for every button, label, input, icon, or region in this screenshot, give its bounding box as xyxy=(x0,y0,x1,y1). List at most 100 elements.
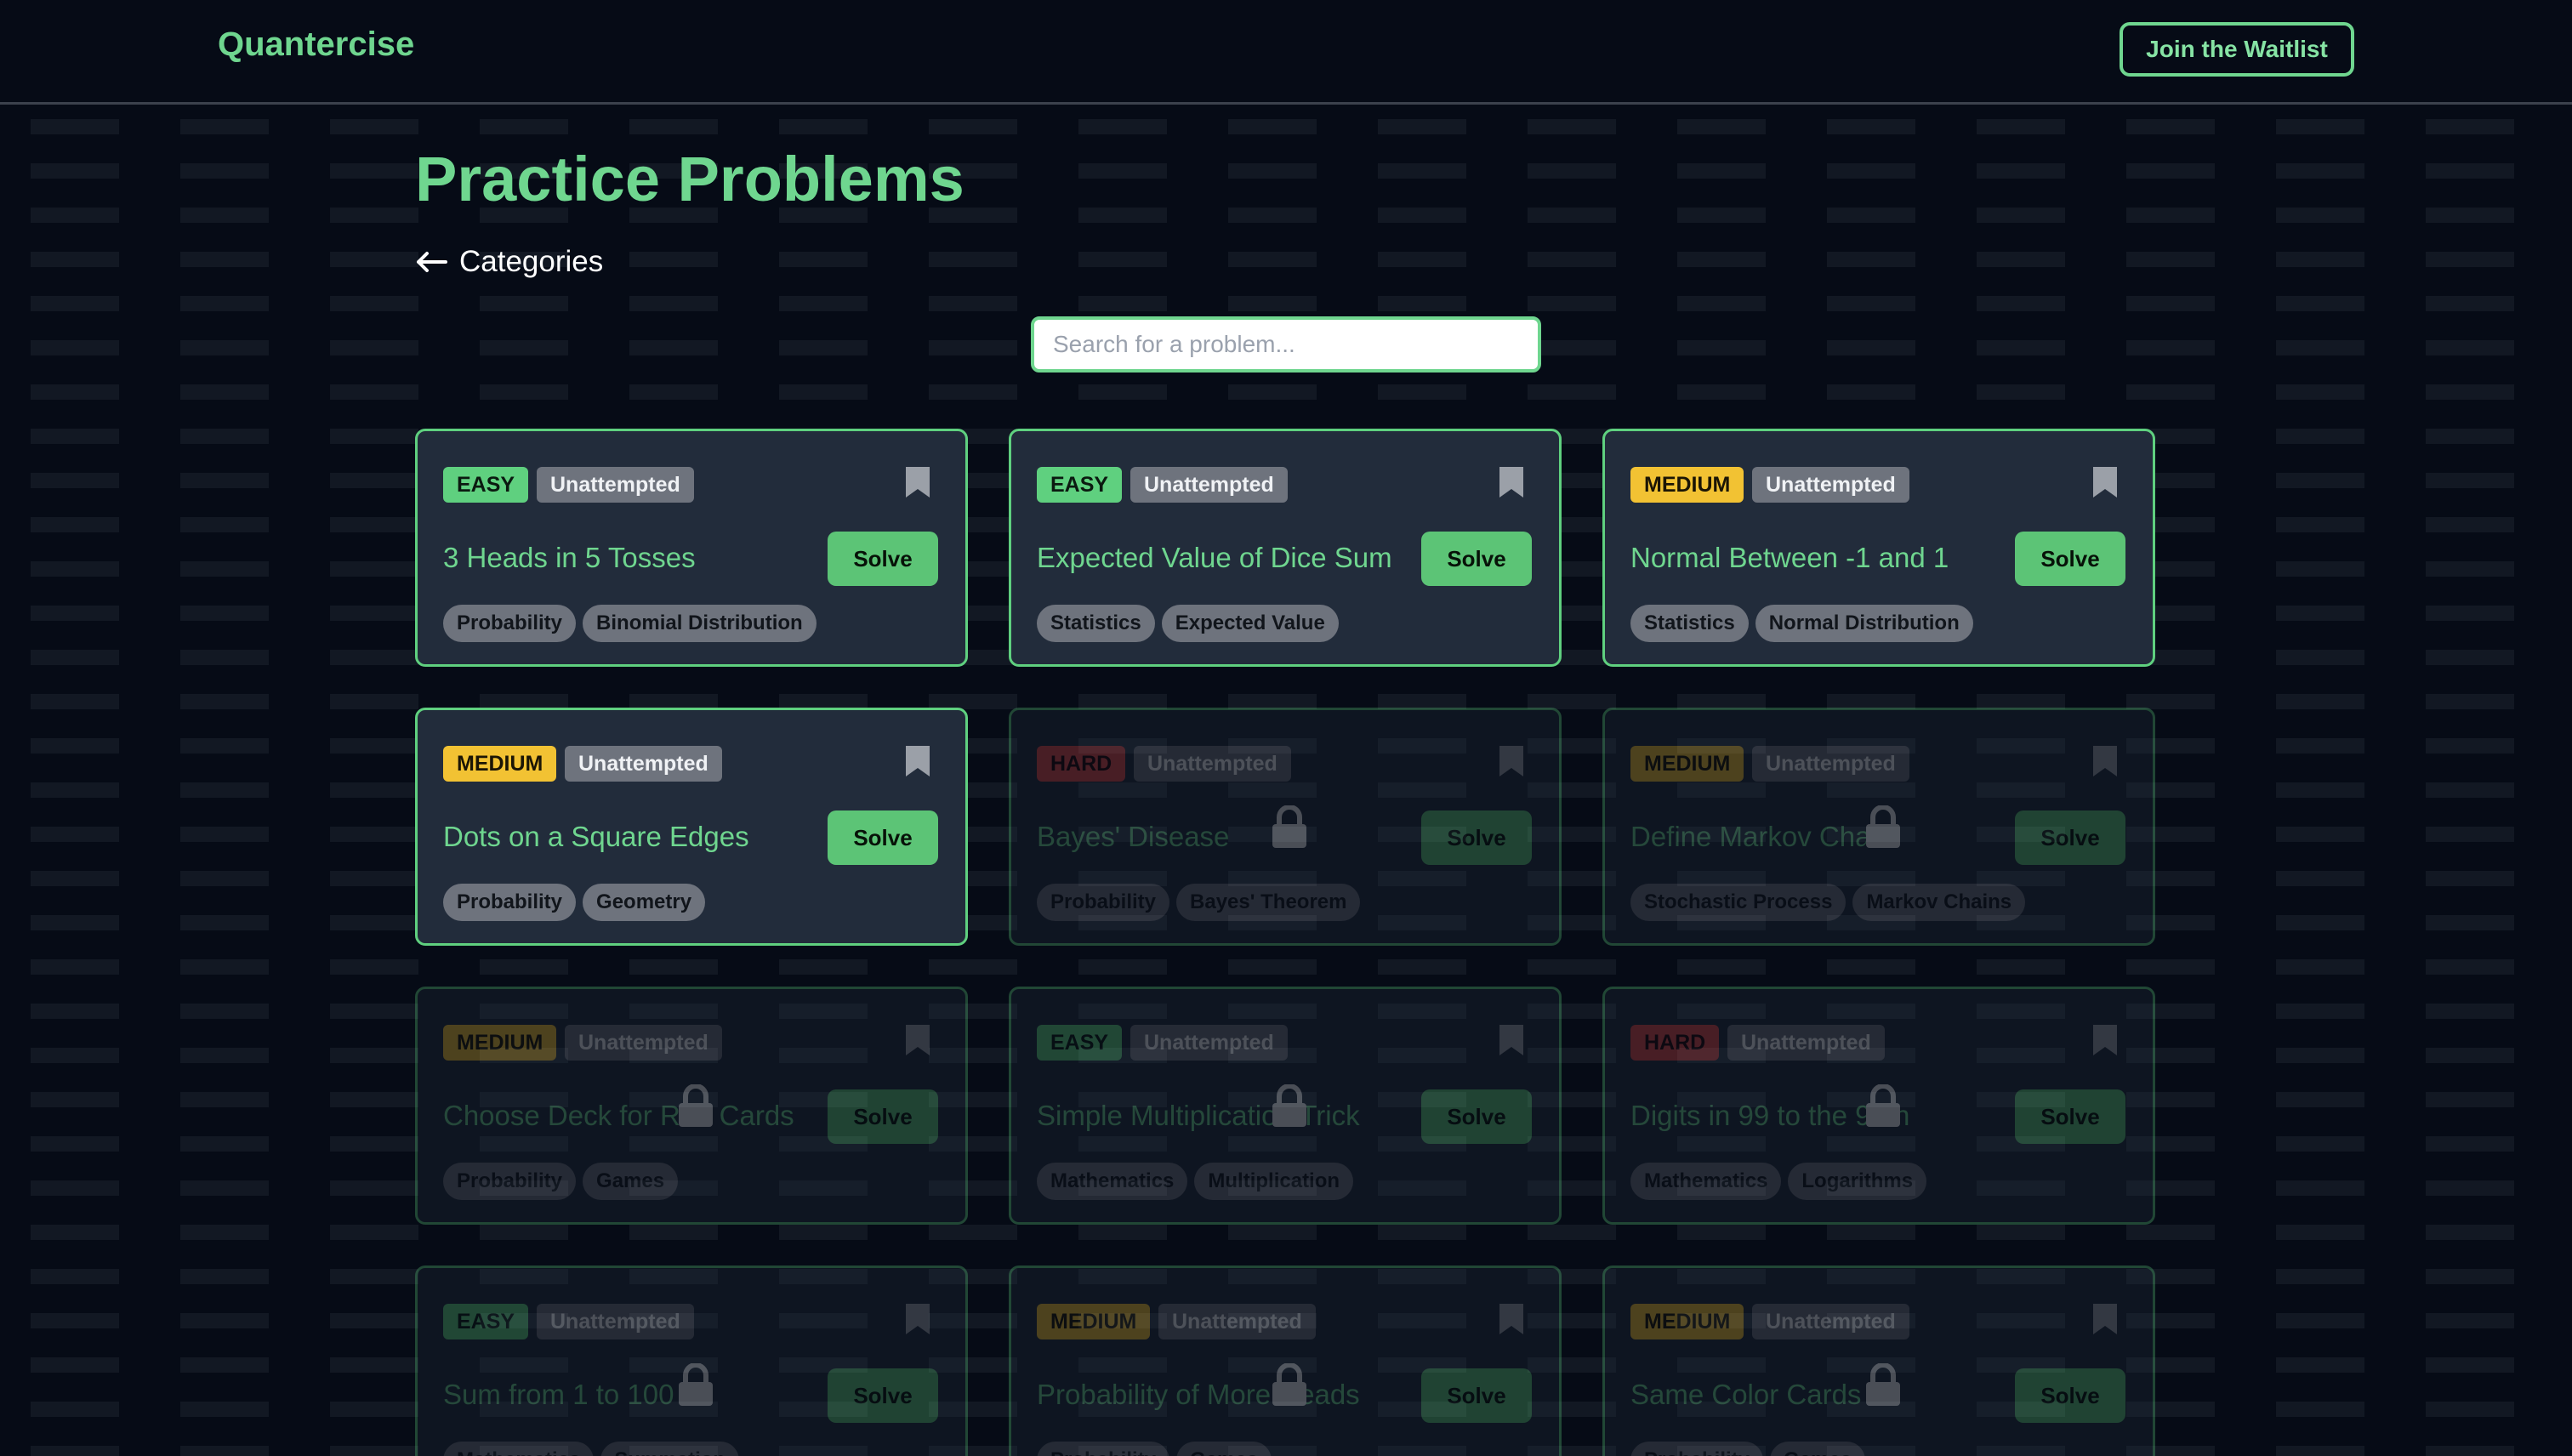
lock-icon xyxy=(677,1084,714,1127)
bookmark-icon[interactable] xyxy=(904,1023,931,1057)
join-waitlist-button[interactable]: Join the Waitlist xyxy=(2120,22,2354,77)
lock-icon xyxy=(677,1363,714,1406)
topic-tag: Probability xyxy=(1037,1442,1170,1456)
status-badge: Unattempted xyxy=(1130,467,1288,503)
status-badge: Unattempted xyxy=(537,467,694,503)
bookmark-icon[interactable] xyxy=(1498,465,1525,499)
top-navbar: Quantercise Join the Waitlist xyxy=(0,0,2572,105)
solve-button[interactable]: Solve xyxy=(828,1089,938,1144)
problem-card: HARD Unattempted Digits in 99 to the 99th S… xyxy=(1602,987,2155,1225)
solve-button[interactable]: Solve xyxy=(828,1368,938,1423)
bookmark-icon[interactable] xyxy=(1498,1023,1525,1057)
topic-tag: Probability xyxy=(443,1163,577,1200)
difficulty-badge: EASY xyxy=(1037,467,1123,503)
problem-card[interactable]: EASY Unattempted 3 Heads in 5 Tosses Solve P… xyxy=(415,429,968,667)
topic-tag: Geometry xyxy=(583,884,706,921)
solve-button[interactable]: Solve xyxy=(2015,1089,2125,1144)
problem-card: EASYUnattempted Sum from 1 to 100 Solve Mat… xyxy=(415,1265,968,1456)
problem-title[interactable]: Choose Deck for Red Cards xyxy=(443,1100,794,1132)
bookmark-icon[interactable] xyxy=(2091,465,2119,499)
tag-list: Statistics Normal Distribution xyxy=(1630,605,1973,642)
problem-title[interactable]: Sum from 1 to 100 xyxy=(443,1379,674,1411)
bookmark-icon[interactable] xyxy=(2091,744,2119,778)
topic-tag: Stochastic Process xyxy=(1630,884,1846,921)
problem-card: MEDIUMUnattempted Same Color Cards Solve Pr… xyxy=(1602,1265,2155,1456)
tag-list: Probability Bayes' Theorem xyxy=(1037,884,1361,921)
solve-button[interactable]: Solve xyxy=(2015,1368,2125,1423)
solve-button[interactable]: Solve xyxy=(828,532,938,586)
problem-card: HARD Unattempted Bayes' Disease Solve Probab… xyxy=(1009,708,1562,946)
topic-tag: Probability xyxy=(443,605,577,642)
topic-tag: Mathematics xyxy=(1037,1163,1188,1200)
solve-button[interactable]: Solve xyxy=(1421,532,1532,586)
problem-title[interactable]: Bayes' Disease xyxy=(1037,821,1229,853)
status-badge: Unattempted xyxy=(537,1304,694,1339)
problem-card[interactable]: MEDIUM Unattempted Normal Between -1 and 1… xyxy=(1602,429,2155,667)
difficulty-badge: EASY xyxy=(443,467,529,503)
topic-tag: Probability xyxy=(443,884,577,921)
topic-tag: Games xyxy=(1770,1442,1866,1456)
bookmark-icon[interactable] xyxy=(1498,1302,1525,1336)
lock-icon xyxy=(1271,1363,1308,1406)
status-badge: Unattempted xyxy=(565,1025,722,1061)
problem-title[interactable]: Dots on a Square Edges xyxy=(443,821,749,853)
back-to-categories-link[interactable]: Categories xyxy=(415,245,603,279)
problem-title[interactable]: Define Markov Chain xyxy=(1630,821,1892,853)
page-title: Practice Problems xyxy=(415,144,964,214)
brand-logo[interactable]: Quantercise xyxy=(218,26,414,64)
solve-button[interactable]: Solve xyxy=(2015,532,2125,586)
lock-icon xyxy=(1271,805,1308,848)
bookmark-icon[interactable] xyxy=(2091,1023,2119,1057)
problem-card: MEDIUM Unattempted Probability of More Hea… xyxy=(1009,1265,1562,1456)
solve-button[interactable]: Solve xyxy=(1421,1368,1532,1423)
difficulty-badge: MEDIUM xyxy=(1630,1304,1744,1339)
topic-tag: Games xyxy=(583,1163,679,1200)
back-link-label: Categories xyxy=(459,245,604,278)
topic-tag: Logarithms xyxy=(1788,1163,1927,1200)
status-badge: Unattempted xyxy=(1727,1025,1885,1061)
difficulty-badge: MEDIUM xyxy=(1037,1304,1151,1339)
solve-button[interactable]: Solve xyxy=(1421,810,1532,865)
problem-card: MEDIUM Unattempted Define Markov Chain Solv… xyxy=(1602,708,2155,946)
solve-button[interactable]: Solve xyxy=(828,810,938,865)
difficulty-badge: MEDIUM xyxy=(443,746,557,782)
tag-list: ProbabilityGames xyxy=(1630,1442,1866,1456)
bookmark-icon[interactable] xyxy=(1498,744,1525,778)
problem-card[interactable]: EASY Unattempted Expected Value of Dice Su… xyxy=(1009,429,1562,667)
problem-title[interactable]: 3 Heads in 5 Tosses xyxy=(443,542,696,574)
problem-title[interactable]: Simple Multiplication Trick xyxy=(1037,1100,1360,1132)
arrow-left-icon xyxy=(415,251,447,273)
lock-icon xyxy=(1864,1363,1902,1406)
status-badge: Unattempted xyxy=(1752,1304,1909,1339)
topic-tag: Mathematics xyxy=(1630,1163,1782,1200)
problem-title[interactable]: Expected Value of Dice Sum xyxy=(1037,542,1392,574)
problem-grid: EASY Unattempted 3 Heads in 5 Tosses Solve P… xyxy=(415,429,2155,1456)
topic-tag: Statistics xyxy=(1037,605,1155,642)
tag-list: Probability Games xyxy=(1037,1442,1272,1456)
topic-tag: Probability xyxy=(1037,884,1170,921)
topic-tag: Summation xyxy=(600,1442,740,1456)
bookmark-icon[interactable] xyxy=(904,1302,931,1336)
bookmark-icon[interactable] xyxy=(904,744,931,778)
topic-tag: Markov Chains xyxy=(1852,884,2026,921)
bookmark-icon[interactable] xyxy=(904,465,931,499)
problem-title[interactable]: Same Color Cards xyxy=(1630,1379,1861,1411)
problem-title[interactable]: Normal Between -1 and 1 xyxy=(1630,542,1949,574)
difficulty-badge: EASY xyxy=(1037,1025,1123,1061)
topic-tag: Games xyxy=(1176,1442,1272,1456)
problem-title[interactable]: Probability of More Heads xyxy=(1037,1379,1360,1411)
difficulty-badge: HARD xyxy=(1037,746,1126,782)
problem-card[interactable]: MEDIUM Unattempted Dots on a Square Edges S… xyxy=(415,708,968,946)
bookmark-icon[interactable] xyxy=(2091,1302,2119,1336)
difficulty-badge: EASY xyxy=(443,1304,529,1339)
lock-icon xyxy=(1271,1084,1308,1127)
tag-list: ProbabilityGames xyxy=(443,1163,679,1200)
difficulty-badge: MEDIUM xyxy=(443,1025,557,1061)
topic-tag: Mathematics xyxy=(443,1442,595,1456)
solve-button[interactable]: Solve xyxy=(2015,810,2125,865)
solve-button[interactable]: Solve xyxy=(1421,1089,1532,1144)
tag-list: Mathematics Summation xyxy=(443,1442,740,1456)
search-input[interactable] xyxy=(1031,316,1541,373)
difficulty-badge: MEDIUM xyxy=(1630,467,1744,503)
topic-tag: Statistics xyxy=(1630,605,1749,642)
